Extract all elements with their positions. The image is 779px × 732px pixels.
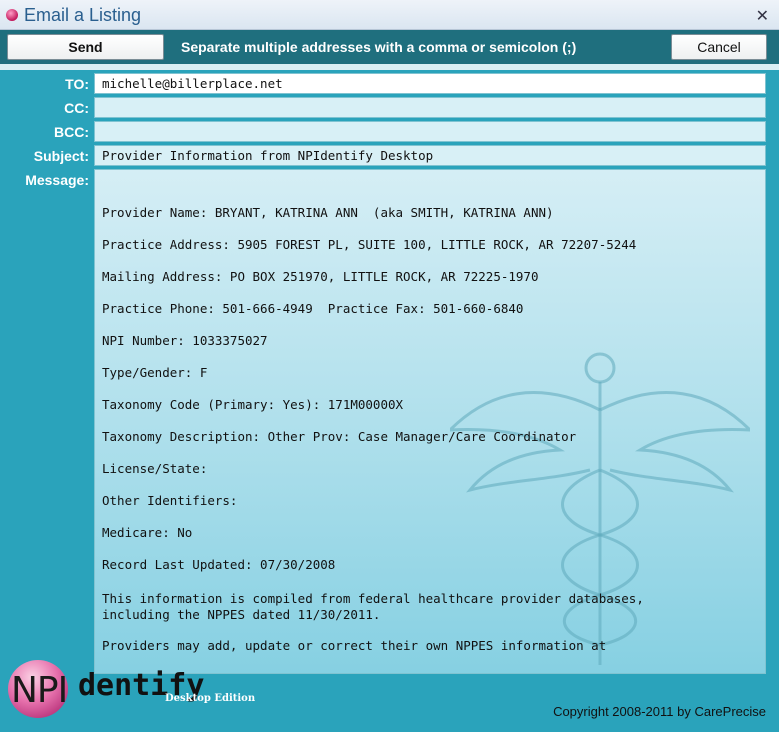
title-bar: Email a Listing ✕	[0, 0, 779, 30]
close-icon[interactable]: ✕	[756, 6, 769, 25]
to-label: TO:	[65, 76, 89, 92]
message-line: License/State:	[102, 461, 208, 476]
logo-edition-text: Desktop Edition	[165, 693, 256, 704]
cancel-button[interactable]: Cancel	[671, 34, 767, 60]
window-title: Email a Listing	[24, 5, 142, 25]
send-button[interactable]: Send	[7, 34, 164, 60]
bcc-field[interactable]	[94, 121, 766, 142]
message-line: Other Identifiers:	[102, 493, 238, 508]
message-line: Type/Gender: F	[102, 365, 208, 380]
message-line: Taxonomy Code (Primary: Yes): 171M00000X	[102, 397, 404, 412]
cc-field[interactable]	[94, 97, 766, 118]
to-field[interactable]: michelle@billerplace.net	[94, 73, 766, 94]
bcc-label: BCC:	[54, 124, 89, 140]
message-paragraph: Providers may add, update or correct the…	[102, 638, 607, 653]
subject-label: Subject:	[33, 148, 89, 164]
message-line: Record Last Updated: 07/30/2008	[102, 557, 336, 572]
message-line: Practice Phone: 501-666-4949 Practice Fa…	[102, 301, 524, 316]
message-line: Mailing Address: PO BOX 251970, LITTLE R…	[102, 269, 539, 284]
copyright-text: Copyright 2008-2011 by CarePrecise	[553, 704, 766, 719]
message-line: Provider Name: BRYANT, KATRINA ANN (aka …	[102, 205, 554, 220]
logo-npi-text: NPI	[11, 670, 68, 711]
message-label: Message:	[25, 172, 89, 188]
message-textarea[interactable]: Provider Name: BRYANT, KATRINA ANN (aka …	[94, 169, 766, 674]
cc-label: CC:	[64, 100, 89, 116]
app-icon	[6, 9, 18, 21]
message-line: NPI Number: 1033375027	[102, 333, 268, 348]
message-line: Practice Address: 5905 FOREST PL, SUITE …	[102, 237, 637, 252]
address-hint: Separate multiple addresses with a comma…	[181, 39, 577, 55]
message-body: Provider Name: BRYANT, KATRINA ANN (aka …	[102, 197, 752, 669]
message-line: Medicare: No	[102, 525, 193, 540]
toolbar-divider	[0, 64, 779, 70]
npidentify-logo: NPI dentify Desktop Edition	[8, 660, 268, 718]
toolbar: Send Separate multiple addresses with a …	[0, 30, 779, 64]
subject-field[interactable]: Provider Information from NPIdentify Des…	[94, 145, 766, 166]
message-paragraph: This information is compiled from federa…	[102, 591, 644, 622]
message-line: Taxonomy Description: Other Prov: Case M…	[102, 429, 577, 444]
